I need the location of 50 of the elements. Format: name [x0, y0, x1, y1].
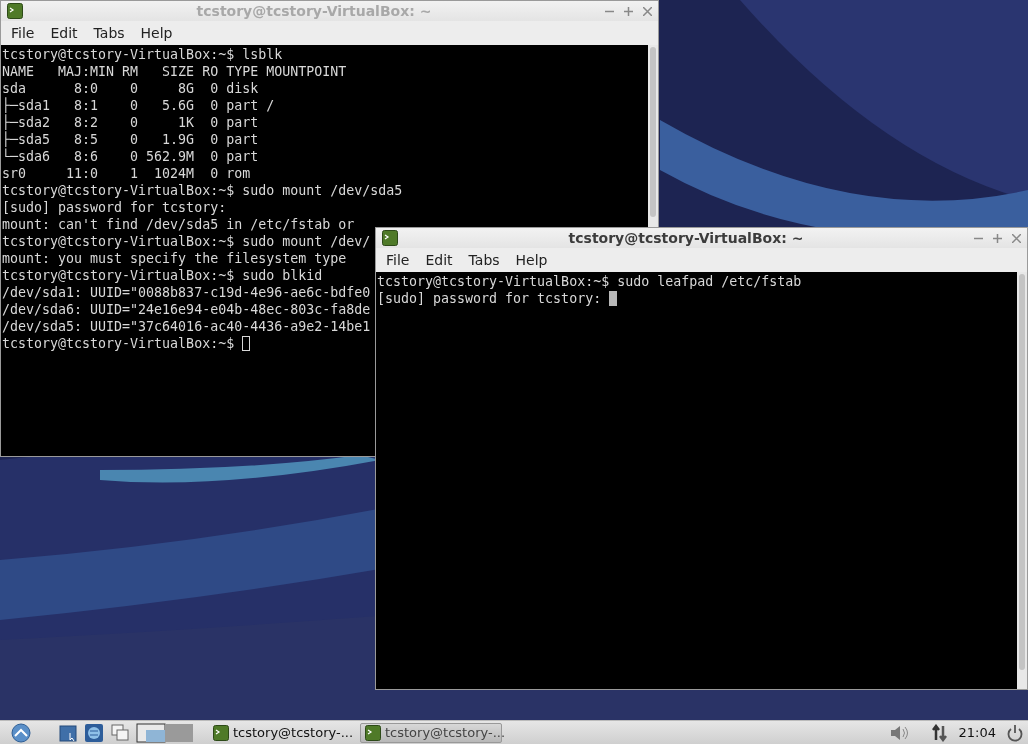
terminal-icon — [365, 724, 381, 741]
terminal-line: tcstory@tcstory-VirtualBox:~$ — [2, 335, 235, 352]
terminal-line: sr0 11:0 1 1024M 0 rom — [2, 165, 251, 182]
menu-item[interactable]: Edit — [417, 250, 461, 270]
terminal-line: /dev/sda6: UUID="24e16e94-e04b-48ec-803c-fa8de — [2, 301, 371, 318]
menu-item[interactable]: Edit — [42, 23, 86, 43]
close-icon[interactable] — [643, 6, 652, 16]
terminal-line: ├─sda5 8:5 0 1.9G 0 part — [2, 131, 259, 148]
terminal-line: mount: can't find /dev/sda5 in /etc/fstab or — [2, 216, 355, 233]
clock[interactable]: 21:04 — [954, 725, 1000, 740]
terminal-line: [sudo] password for tcstory: — [2, 199, 227, 216]
terminal-line: tcstory@tcstory-VirtualBox:~$ sudo leafpad /etc/fstab — [377, 273, 802, 290]
windows-icon[interactable] — [110, 722, 130, 743]
terminal-area[interactable]: tcstory@tcstory-VirtualBox:~$ sudo leafpad /etc/fstab [sudo] password for tcstory: — [376, 272, 1017, 689]
window-title: tcstory@tcstory-VirtualBox: ~ — [567, 230, 805, 246]
terminal-line: tcstory@tcstory-VirtualBox:~$ sudo mount /dev/ — [2, 233, 371, 250]
maximize-icon[interactable] — [993, 233, 1002, 243]
terminal-line: /dev/sda1: UUID="0088b837-c19d-4e96-ae6c-bdfe0 — [2, 284, 371, 301]
maximize-icon[interactable] — [624, 6, 633, 16]
menu-item[interactable]: Tabs — [85, 23, 133, 43]
terminal-line: tcstory@tcstory-VirtualBox:~$ sudo mount /dev/sda5 — [2, 182, 403, 199]
terminal-line: mount: you must specify the filesystem type — [2, 250, 347, 267]
terminal-line: [sudo] password for tcstory: — [377, 290, 602, 307]
taskbar-button[interactable]: tcstory@tcstory-... — [360, 722, 502, 743]
menu-item[interactable]: Help — [507, 250, 556, 270]
terminal-line: tcstory@tcstory-VirtualBox:~$ sudo blkid — [2, 267, 323, 284]
window-title: tcstory@tcstory-VirtualBox: ~ — [195, 3, 433, 19]
terminal-icon — [382, 230, 398, 246]
terminal-icon — [7, 3, 23, 19]
desktop-pager-icon[interactable] — [136, 722, 194, 743]
terminal-line: sda 8:0 0 8G 0 disk — [2, 80, 259, 97]
menu-item[interactable]: Tabs — [460, 250, 508, 270]
terminal-line: ├─sda2 8:2 0 1K 0 part — [2, 114, 259, 131]
taskbar-button[interactable]: tcstory@tcstory-... — [208, 722, 350, 743]
terminal-line: tcstory@tcstory-VirtualBox:~$ lsblk — [2, 46, 283, 63]
menu-item[interactable]: Help — [132, 23, 181, 43]
close-icon[interactable] — [1012, 233, 1021, 243]
terminal-line: ├─sda1 8:1 0 5.6G 0 part / — [2, 97, 275, 114]
terminal-line: /dev/sda5: UUID="37c64016-ac40-4436-a9e2-14be1 — [2, 318, 371, 335]
network-arrows-icon[interactable] — [930, 723, 949, 742]
menu-item[interactable]: File — [3, 23, 43, 43]
power-icon[interactable] — [1006, 723, 1024, 742]
terminal-line: NAME MAJ:MIN RM SIZE RO TYPE MOUNTPOINT — [2, 63, 347, 80]
scrollbar-thumb[interactable] — [1019, 274, 1025, 670]
scrollbar-thumb[interactable] — [650, 47, 656, 217]
volume-icon[interactable] — [888, 723, 909, 742]
menu-item[interactable]: File — [378, 250, 418, 270]
terminal-icon — [213, 724, 229, 741]
terminal-line: └─sda6 8:6 0 562.9M 0 part — [2, 148, 259, 165]
start-menu-icon[interactable] — [10, 722, 32, 743]
